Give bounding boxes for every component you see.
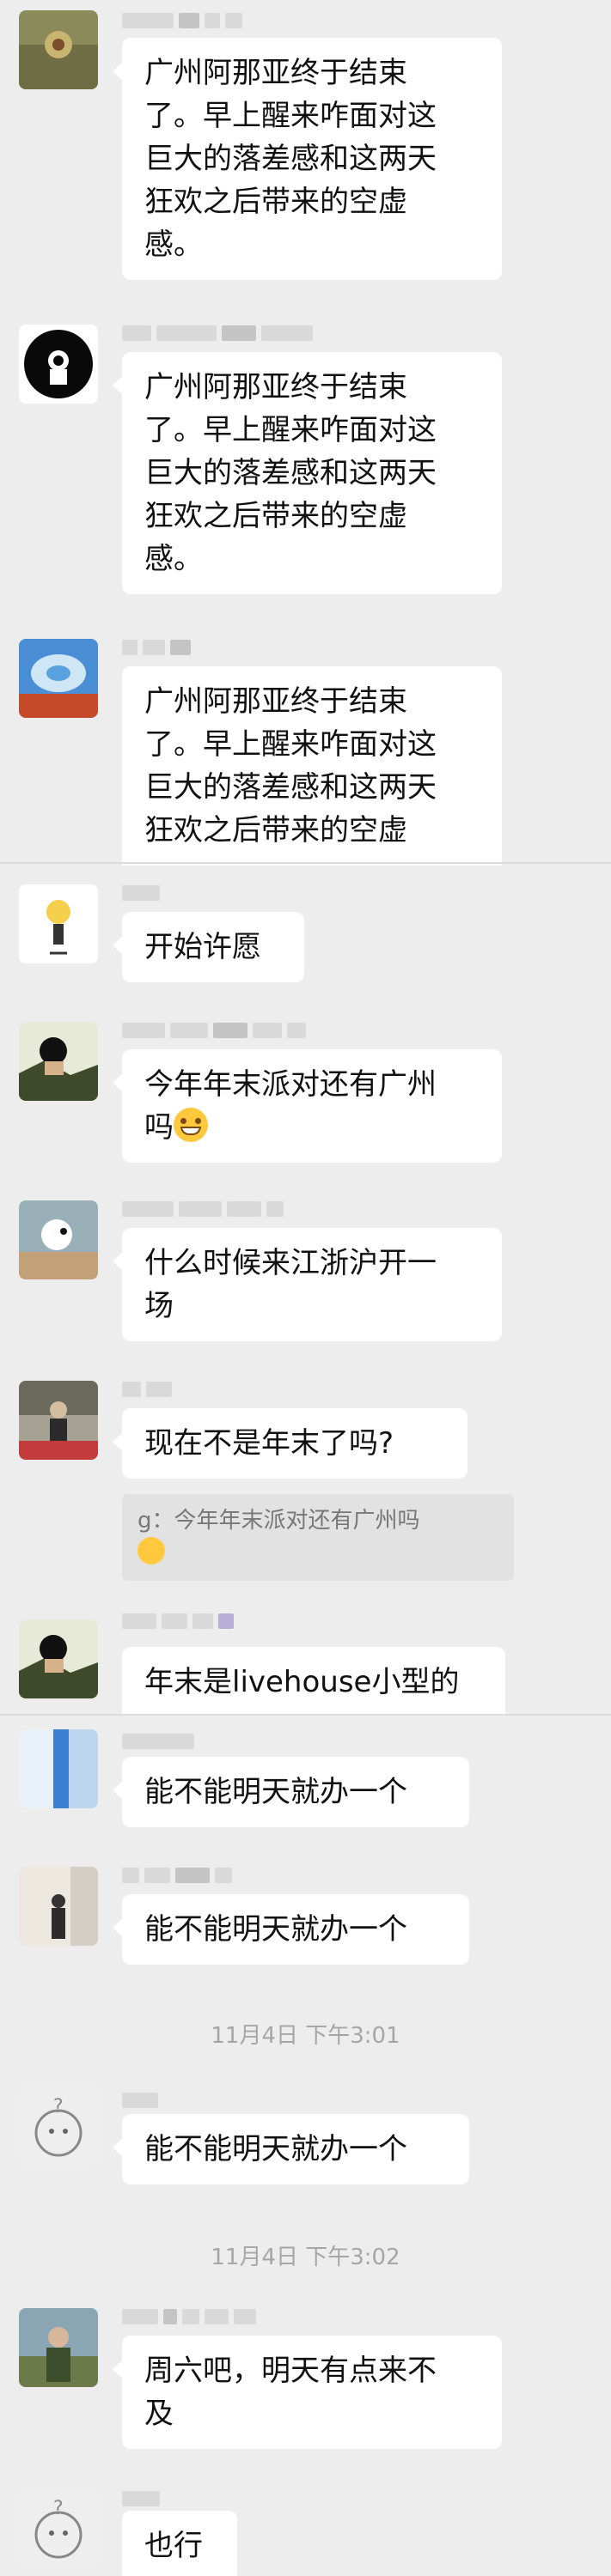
message-bubble[interactable]: 能不能明天就办一个 <box>113 1894 469 1965</box>
nickname-placeholder <box>122 12 242 29</box>
svg-text:?: ? <box>53 2498 64 2519</box>
timestamp: 11月4日 下午3:02 <box>211 2245 400 2270</box>
nickname-placeholder <box>122 2490 160 2507</box>
screenshot-seam <box>0 1714 611 1716</box>
message-bubble[interactable]: 今年年末派对还有广州 吗 <box>113 1049 502 1163</box>
nickname-placeholder <box>122 1733 194 1750</box>
svg-text:?: ? <box>53 2096 64 2117</box>
user-avatar[interactable] <box>19 2308 98 2387</box>
nickname-placeholder <box>122 1022 306 1039</box>
user-avatar[interactable] <box>19 884 98 963</box>
user-avatar[interactable] <box>19 325 98 404</box>
nickname-placeholder <box>122 1200 284 1218</box>
message-bubble[interactable]: 广州阿那亚终于结束 了。早上醒来咋面对这 巨大的落差感和这两天 狂欢之后带来的空… <box>122 666 502 866</box>
user-avatar[interactable] <box>19 1381 98 1460</box>
user-avatar[interactable] <box>19 1729 98 1808</box>
grinning-emoji-icon <box>137 1537 165 1564</box>
nickname-placeholder <box>122 1613 234 1630</box>
user-avatar[interactable] <box>19 1200 98 1279</box>
message-bubble[interactable]: 能不能明天就办一个 <box>113 1757 469 1827</box>
quoted-message[interactable]: g：今年年末派对还有广州吗 <box>122 1494 514 1581</box>
nickname-placeholder <box>122 325 313 342</box>
grinning-emoji-icon <box>174 1108 208 1142</box>
message-bubble[interactable]: 现在不是年末了吗? <box>113 1408 467 1479</box>
message-bubble[interactable]: 年末是livehouse小型的 <box>122 1647 505 1714</box>
user-avatar[interactable] <box>19 1022 98 1101</box>
user-avatar[interactable] <box>19 10 98 89</box>
message-bubble[interactable]: 什么时候来江浙沪开一 场 <box>113 1228 502 1341</box>
nickname-placeholder <box>122 2308 256 2325</box>
message-bubble[interactable]: 广州阿那亚终于结束 了。早上醒来咋面对这 巨大的落差感和这两天 狂欢之后带来的空… <box>113 38 502 280</box>
message-bubble[interactable]: 能不能明天就办一个 <box>113 2114 469 2184</box>
nickname-placeholder <box>122 1381 172 1398</box>
user-avatar[interactable] <box>19 639 98 718</box>
message-bubble[interactable]: 开始许愿 <box>113 912 304 982</box>
quote-text: g：今年年末派对还有广州吗 <box>137 1508 420 1534</box>
user-avatar[interactable] <box>19 1867 98 1946</box>
user-avatar[interactable] <box>19 1619 98 1698</box>
nickname-placeholder <box>122 639 191 656</box>
user-avatar[interactable]: ? <box>19 2087 98 2166</box>
message-bubble[interactable]: 广州阿那亚终于结束 了。早上醒来咋面对这 巨大的落差感和这两天 狂欢之后带来的空… <box>113 352 502 594</box>
message-bubble[interactable]: 也行 <box>122 2511 237 2576</box>
nickname-placeholder <box>122 2092 158 2109</box>
screenshot-seam <box>0 862 611 864</box>
nickname-placeholder <box>122 884 160 902</box>
nickname-placeholder <box>122 1867 232 1884</box>
message-bubble[interactable]: 周六吧，明天有点来不 及 <box>113 2336 502 2449</box>
user-avatar[interactable]: ? <box>19 2488 98 2567</box>
timestamp: 11月4日 下午3:01 <box>211 2023 400 2049</box>
